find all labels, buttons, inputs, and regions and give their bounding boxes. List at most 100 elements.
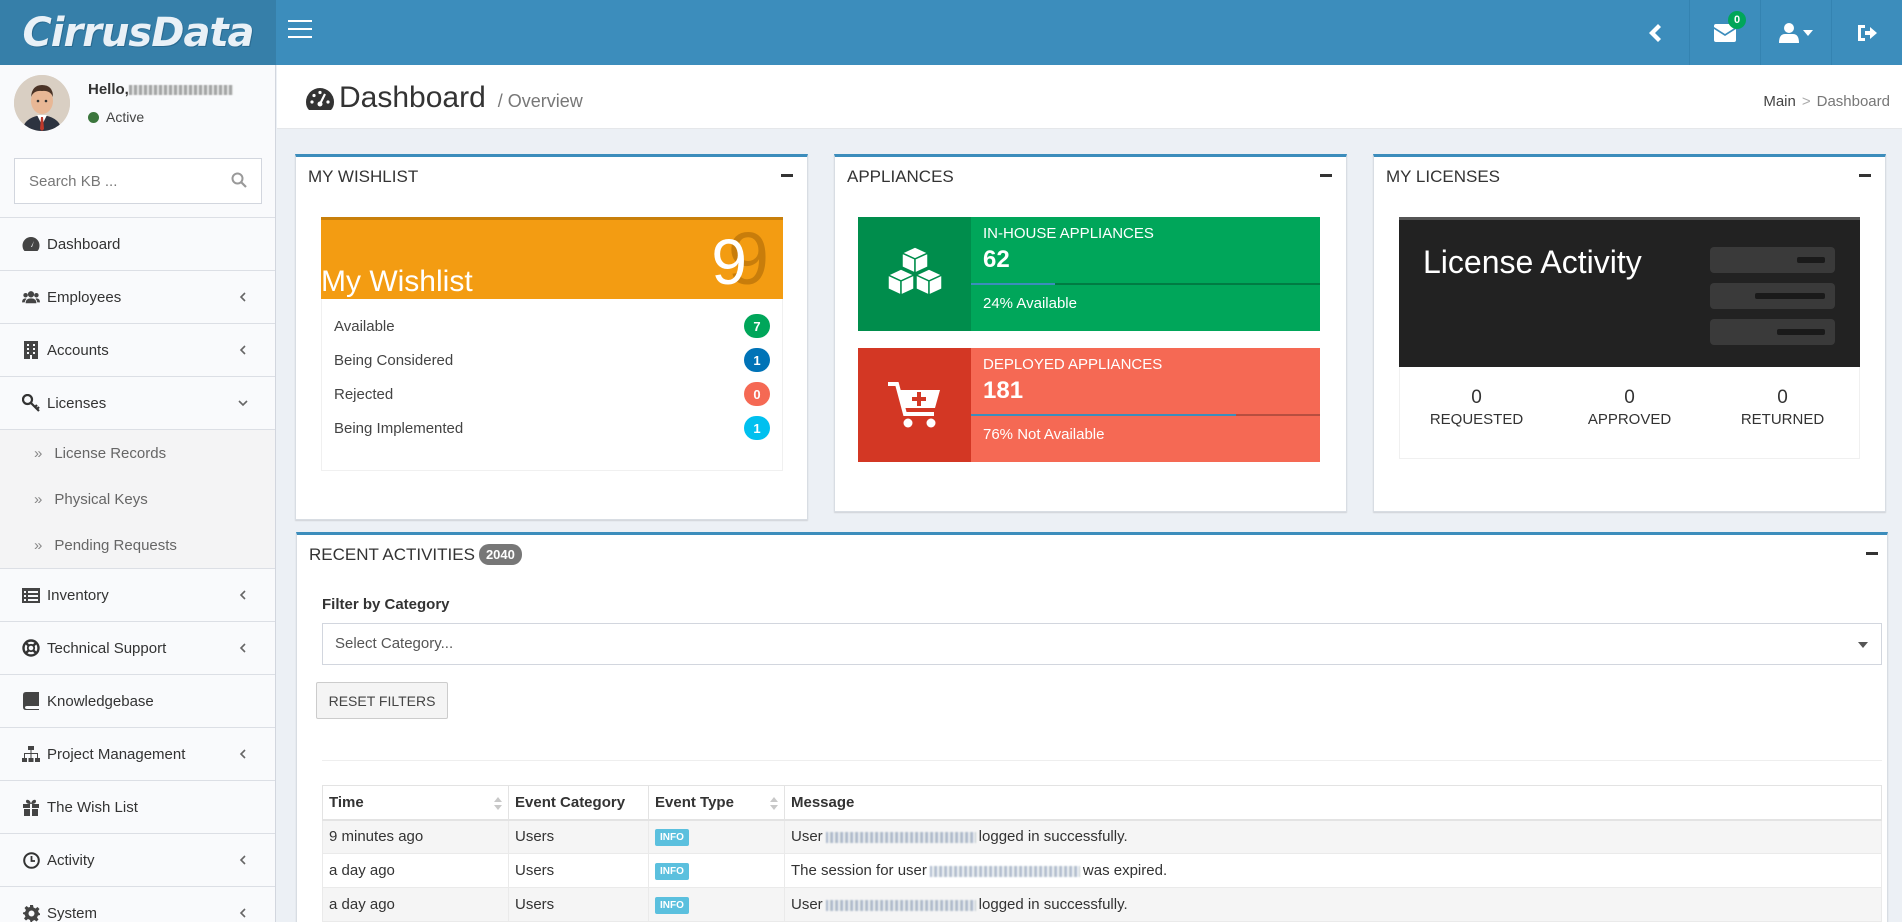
sidebar-item-dashboard[interactable]: Dashboard [0, 217, 275, 270]
page-title-text: Dashboard [339, 81, 486, 114]
cog-icon [22, 904, 40, 922]
sidebar-item-employees[interactable]: Employees [0, 270, 275, 323]
sidebar-item-technical-support[interactable]: Technical Support [0, 621, 275, 674]
progress-fill [971, 414, 1237, 416]
cell-type: INFO [648, 853, 785, 888]
activities-table: Time Event Category Event Type Message 9… [322, 785, 1882, 922]
wishlist-header: My Wishlist 9 9 [321, 217, 783, 299]
user-status: Active [88, 109, 144, 125]
sidebar-item-wish-list[interactable]: The Wish List [0, 780, 275, 833]
list-item-label: Available [334, 317, 395, 335]
cell-category: Users [508, 887, 649, 922]
filter-label: Filter by Category [322, 596, 450, 613]
column-header-time[interactable]: Time [322, 785, 509, 821]
sidebar-item-label: Activity [47, 851, 95, 869]
column-header-event-type[interactable]: Event Type [648, 785, 785, 821]
license-activity-title: License Activity [1423, 244, 1642, 280]
breadcrumb-separator: > [1801, 93, 1811, 110]
count-badge: 1 [744, 416, 770, 440]
collapse-button[interactable] [1618, 0, 1689, 65]
licenses-submenu: » License Records » Physical Keys » Pending… [0, 429, 275, 568]
sidebar-item-licenses[interactable]: Licenses [0, 376, 275, 429]
submenu-item-label: License Records [54, 444, 167, 462]
count-badge: 0 [744, 382, 770, 406]
key-icon [22, 394, 40, 412]
messages-button[interactable]: 0 [1689, 0, 1760, 65]
submenu-item-license-records[interactable]: » License Records [0, 430, 275, 476]
category-select[interactable]: Select Category... [322, 623, 1882, 665]
sidebar-item-accounts[interactable]: Accounts [0, 323, 275, 376]
wishlist-box: MY WISHLIST My Wishlist 9 9 Available 7 B… [295, 154, 808, 520]
table-row[interactable]: 9 minutes ago Users INFO User logged in s… [322, 819, 1882, 854]
dashboard-icon [306, 88, 334, 110]
event-type-badge: INFO [655, 897, 689, 914]
kb-search [14, 158, 262, 204]
cubes-icon-area [858, 217, 971, 331]
table-row[interactable]: a day ago Users INFO User logged in succe… [322, 887, 1882, 922]
chevron-down-icon [238, 400, 248, 407]
sidebar-item-activity[interactable]: Activity [0, 833, 275, 886]
breadcrumb: Main > Dashboard [1763, 93, 1890, 110]
license-stats: 0 REQUESTED 0 APPROVED 0 RETURNED [1399, 367, 1860, 459]
chevron-left-icon [1648, 23, 1661, 42]
collapse-icon[interactable] [781, 174, 793, 177]
card-description: 24% Available [983, 295, 1077, 312]
activity-bar [1710, 247, 1835, 273]
avatar [14, 75, 70, 131]
breadcrumb-main-link[interactable]: Main [1763, 93, 1796, 110]
wishlist-total: 9 [711, 226, 747, 298]
deployed-appliances-card[interactable]: DEPLOYED APPLIANCES 181 76% Not Availabl… [858, 348, 1320, 462]
inhouse-appliances-card[interactable]: IN-HOUSE APPLIANCES 62 24% Available [858, 217, 1320, 331]
app-logo[interactable]: CirrusData [0, 0, 276, 65]
breadcrumb-current: Dashboard [1816, 93, 1890, 110]
sidebar-item-label: System [47, 904, 98, 922]
collapse-icon[interactable] [1866, 552, 1878, 555]
list-item[interactable]: Rejected 0 [322, 377, 782, 411]
cart-icon-area [858, 348, 971, 462]
sidebar: Hello, Active Dashboard Employees Accoun… [0, 65, 276, 922]
sidebar-item-inventory[interactable]: Inventory [0, 568, 275, 621]
card-count: 181 [983, 377, 1024, 404]
double-chevron-icon: » [34, 490, 43, 508]
clock-icon [22, 851, 40, 869]
sign-out-button[interactable] [1831, 0, 1902, 65]
box-title: APPLIANCES [847, 167, 954, 186]
table-row[interactable]: a day ago Users INFO The session for use… [322, 853, 1882, 888]
double-chevron-icon: » [34, 444, 43, 462]
page-subtitle: / Overview [497, 91, 583, 111]
logo-text: CirrusData [22, 9, 254, 56]
submenu-item-physical-keys[interactable]: » Physical Keys [0, 476, 275, 522]
collapse-icon[interactable] [1859, 174, 1871, 177]
cart-plus-icon [887, 382, 940, 428]
list-item[interactable]: Available 7 [322, 309, 782, 343]
collapse-icon[interactable] [1320, 174, 1332, 177]
column-header-message: Message [784, 785, 1882, 821]
caret-down-icon [1803, 29, 1813, 36]
event-type-badge: INFO [655, 829, 689, 847]
kb-search-input[interactable] [15, 159, 215, 203]
card-label: DEPLOYED APPLIANCES [983, 356, 1163, 373]
messages-count-badge: 0 [1728, 11, 1746, 29]
sidebar-item-system[interactable]: System [0, 886, 275, 922]
count-badge: 1 [744, 348, 770, 372]
cell-category: Users [508, 853, 649, 888]
chevron-left-icon [239, 855, 246, 865]
user-menu-button[interactable] [1760, 0, 1831, 65]
sidebar-item-knowledgebase[interactable]: Knowledgebase [0, 674, 275, 727]
submenu-item-pending-requests[interactable]: » Pending Requests [0, 522, 275, 568]
top-navbar: CirrusData 0 [0, 0, 1902, 65]
box-title: MY WISHLIST [308, 167, 419, 186]
hamburger-icon[interactable] [288, 20, 312, 44]
chevron-left-icon [239, 643, 246, 653]
box-title: RECENT ACTIVITIES 2040 [309, 544, 522, 565]
select-placeholder: Select Category... [335, 635, 454, 652]
reset-filters-button[interactable]: RESET FILTERS [316, 682, 448, 719]
card-count: 62 [983, 246, 1010, 273]
list-item[interactable]: Being Considered 1 [322, 343, 782, 377]
stat-label: REQUESTED [1429, 411, 1524, 428]
sidebar-item-project-management[interactable]: Project Management [0, 727, 275, 780]
list-item[interactable]: Being Implemented 1 [322, 411, 782, 445]
sort-icon [494, 797, 502, 811]
stat-requested: 0 REQUESTED [1400, 367, 1553, 458]
search-icon[interactable] [231, 172, 247, 188]
